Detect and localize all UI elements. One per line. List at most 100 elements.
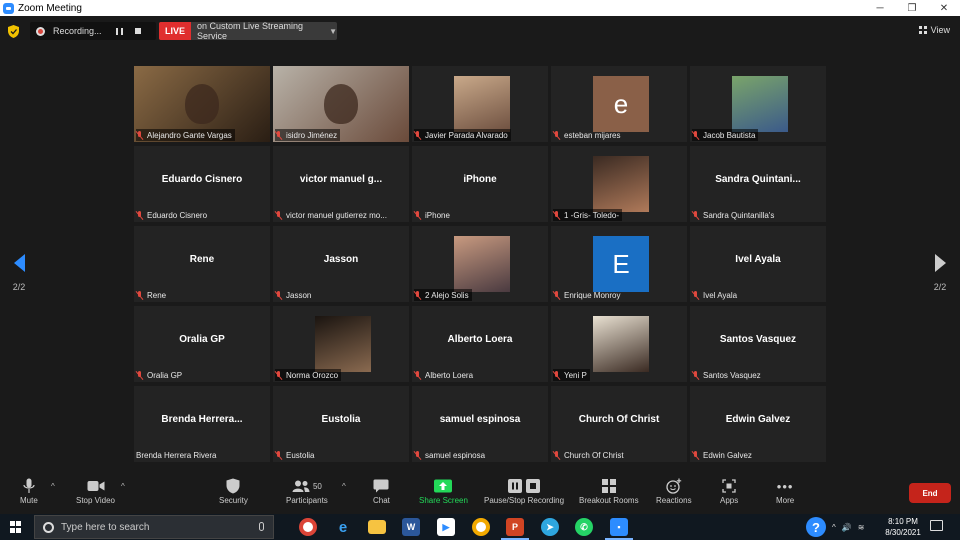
participant-tile[interactable]: Rene Rene [134, 226, 270, 302]
participant-tile[interactable]: Norma Orozco [273, 306, 409, 382]
participant-tile[interactable]: Eustolia Eustolia [273, 386, 409, 462]
participant-display-name: Church Of Christ [578, 414, 660, 425]
profile-picture [593, 156, 649, 212]
apps-button[interactable]: Apps [720, 476, 738, 505]
participant-name: Jacob Bautista [703, 130, 756, 140]
participant-name: Javier Parada Alvarado [425, 130, 508, 140]
pause-recording-icon[interactable] [115, 27, 123, 35]
muted-mic-icon [136, 210, 143, 220]
participant-tile[interactable]: samuel espinosa samuel espinosa [412, 386, 548, 462]
participant-tile[interactable]: 1 -Gris- Toledo- [551, 146, 687, 222]
participant-tile[interactable]: Yeni P [551, 306, 687, 382]
participant-display-name: Ivel Ayala [735, 254, 781, 265]
participant-display-name: Brenda Herrera... [161, 414, 243, 425]
whatsapp-icon[interactable]: ✆ [575, 518, 593, 536]
participant-name-label: Church Of Christ [553, 449, 627, 461]
close-window-button[interactable]: ✕ [928, 0, 960, 16]
participants-chevron-icon[interactable]: ^ [342, 482, 346, 491]
participant-tile[interactable]: Ivel Ayala Ivel Ayala [690, 226, 826, 302]
participant-tile[interactable]: Jacob Bautista [690, 66, 826, 142]
minimize-button[interactable]: ─ [864, 0, 896, 16]
participant-name: Edwin Galvez [703, 450, 752, 460]
participant-name: esteban mijares [564, 130, 621, 140]
page-indicator-left: 2/2 [12, 282, 26, 292]
share-screen-button[interactable]: Share Screen [419, 476, 468, 505]
chevron-down-icon[interactable]: ▼ [329, 27, 337, 36]
participant-name-label: Eduardo Cisnero [136, 209, 210, 221]
security-button[interactable]: Security [219, 476, 248, 505]
participant-name-label: Norma Orozco [275, 369, 342, 381]
participant-tile[interactable]: Santos Vasquez Santos Vasquez [690, 306, 826, 382]
zoom-taskbar-icon[interactable]: ▪ [605, 518, 633, 540]
participant-tile[interactable]: Javier Parada Alvarado [412, 66, 548, 142]
participant-tile[interactable]: Alejandro Gante Vargas [134, 66, 270, 142]
participant-display-name: Rene [189, 254, 215, 265]
view-button[interactable]: View [918, 25, 950, 35]
participant-tile[interactable]: e esteban mijares [551, 66, 687, 142]
participant-tile[interactable]: Oralia GP Oralia GP [134, 306, 270, 382]
participant-tile[interactable]: Brenda Herrera... Brenda Herrera Rivera [134, 386, 270, 462]
chrome-canary-icon[interactable] [472, 518, 490, 536]
participant-name-label: isidro Jiménez [275, 129, 341, 141]
breakout-rooms-button[interactable]: Breakout Rooms [579, 476, 639, 505]
participant-name-label: 1 -Gris- Toledo- [553, 209, 622, 221]
muted-mic-icon [136, 370, 143, 380]
audio-options-chevron-icon[interactable]: ^ [51, 482, 55, 491]
participant-tile[interactable]: iPhone iPhone [412, 146, 548, 222]
participant-tile[interactable]: Edwin Galvez Edwin Galvez [690, 386, 826, 462]
stop-recording-icon[interactable] [134, 28, 141, 34]
window-title-bar: Zoom Meeting ─ ❐ ✕ [0, 0, 960, 16]
more-button[interactable]: ••• More [776, 476, 794, 506]
pause-stop-recording-button[interactable]: Pause/Stop Recording [484, 476, 564, 505]
show-hidden-icons-chevron-icon[interactable]: ^ [832, 523, 836, 532]
participant-tile[interactable]: victor manuel g... victor manuel gutierre… [273, 146, 409, 222]
taskbar-clock[interactable]: 8:10 PM 8/30/2021 [876, 516, 930, 538]
pause-stop-recording-label: Pause/Stop Recording [484, 496, 565, 505]
windows-start-icon[interactable] [10, 521, 22, 533]
participant-display-name: Oralia GP [179, 334, 225, 345]
taskbar-search-input[interactable]: Type here to search [34, 515, 274, 539]
telegram-icon[interactable]: ➤ [541, 518, 559, 536]
maximize-button[interactable]: ❐ [896, 0, 928, 16]
shield-icon[interactable] [8, 25, 19, 38]
wifi-icon[interactable]: ≋ [858, 523, 865, 532]
file-explorer-icon[interactable] [368, 520, 386, 534]
end-meeting-button[interactable]: End [909, 483, 951, 503]
participant-tile[interactable]: Church Of Christ Church Of Christ [551, 386, 687, 462]
previous-page-button[interactable]: 2/2 [7, 254, 31, 292]
participant-name-label: victor manuel gutierrez mo... [275, 209, 390, 221]
participant-tile[interactable]: Jasson Jasson [273, 226, 409, 302]
participant-tile[interactable]: Alberto Loera Alberto Loera [412, 306, 548, 382]
help-icon[interactable]: ? [806, 517, 826, 537]
mute-button[interactable]: Mute [20, 476, 38, 505]
edge-icon[interactable]: e [334, 518, 352, 536]
participant-name: Brenda Herrera Rivera [136, 450, 217, 460]
stop-video-button[interactable]: Stop Video [76, 476, 115, 505]
participant-tile[interactable]: isidro Jiménez [273, 66, 409, 142]
apps-icon [722, 476, 736, 496]
reactions-button[interactable]: Reactions [656, 476, 692, 505]
more-dots-icon: ••• [776, 478, 794, 494]
powerpoint-icon[interactable]: P [501, 518, 529, 540]
profile-picture [454, 236, 510, 292]
person-silhouette [185, 84, 219, 124]
live-stream-indicator[interactable]: LIVE on Custom Live Streaming Service ▼ [159, 21, 337, 41]
letter-avatar: e [593, 76, 649, 132]
participant-tile[interactable]: Sandra Quintani... Sandra Quintanilla's [690, 146, 826, 222]
participant-tile[interactable]: Eduardo Cisnero Eduardo Cisnero [134, 146, 270, 222]
share-screen-icon [434, 476, 453, 496]
video-options-chevron-icon[interactable]: ^ [121, 482, 125, 491]
volume-icon[interactable]: 🔊 [842, 523, 852, 532]
next-page-button[interactable]: 2/2 [928, 254, 952, 292]
participant-name: Sandra Quintanilla's [703, 210, 775, 220]
participant-tile[interactable]: E Enrique Monroy [551, 226, 687, 302]
participants-button[interactable]: 50 Participants [286, 476, 328, 505]
participant-tile[interactable]: 2 Alejo Solis [412, 226, 548, 302]
chat-button[interactable]: Chat [373, 476, 390, 505]
word-icon[interactable]: W [402, 518, 420, 536]
participant-name: victor manuel gutierrez mo... [286, 210, 387, 220]
notifications-icon[interactable] [930, 520, 943, 531]
chrome-icon[interactable] [299, 518, 317, 536]
voice-search-icon[interactable] [259, 522, 264, 531]
media-player-icon[interactable]: ▶ [437, 518, 455, 536]
